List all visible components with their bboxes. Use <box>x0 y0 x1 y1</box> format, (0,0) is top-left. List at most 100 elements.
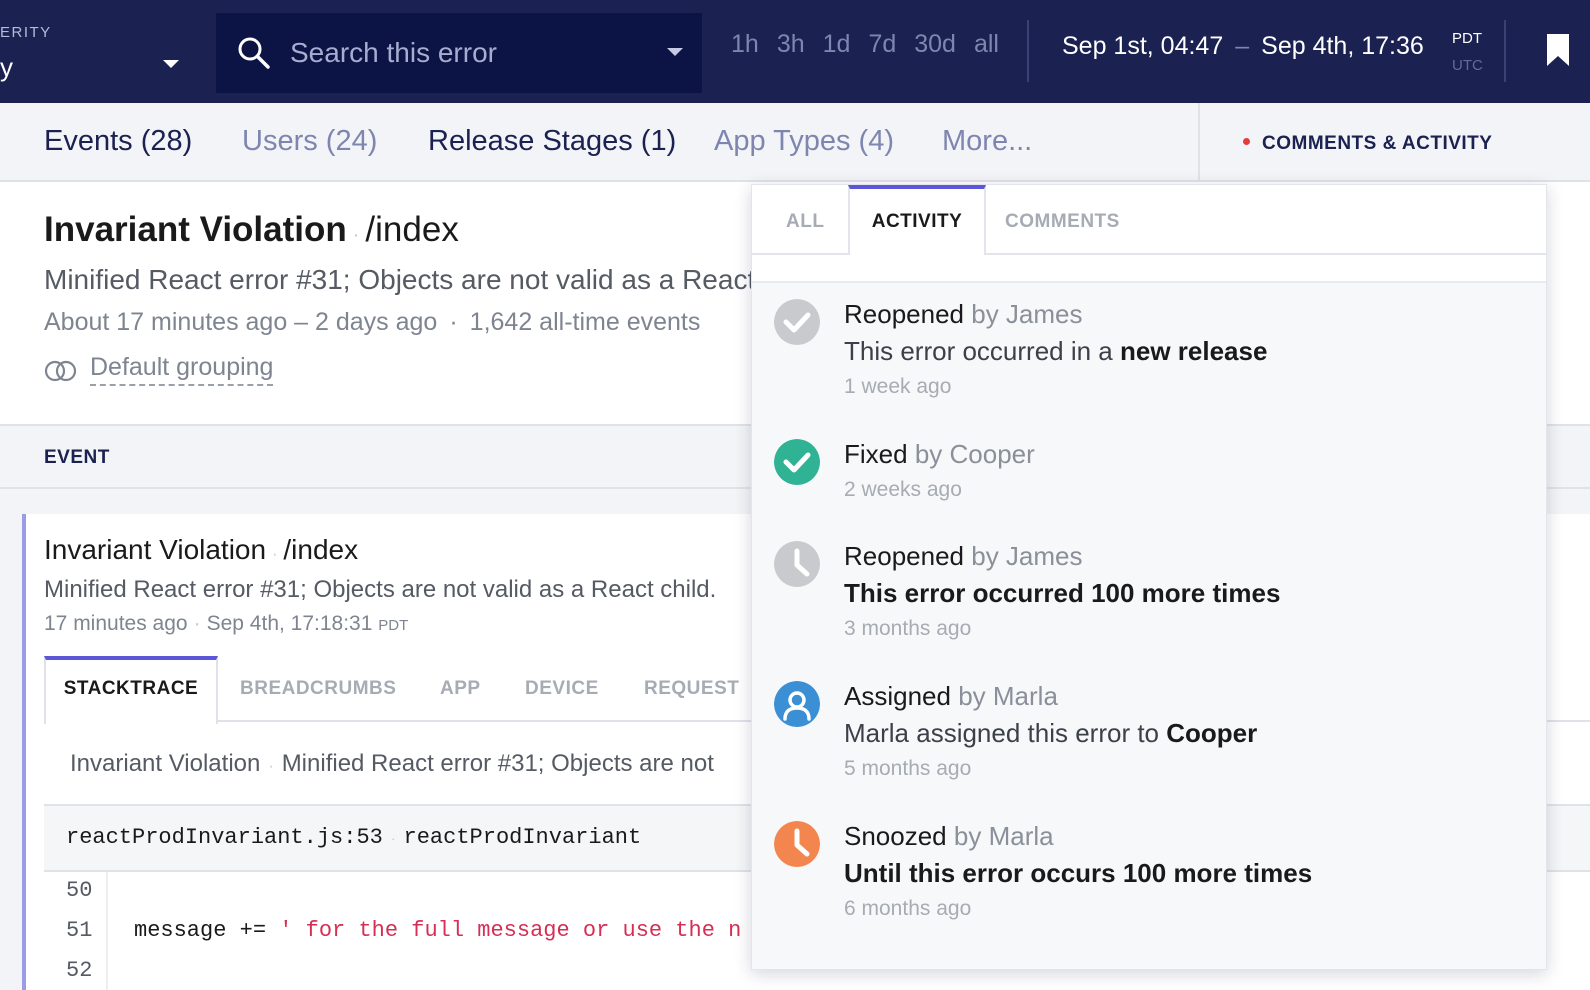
divider <box>1027 20 1029 82</box>
frame-separator: · <box>390 830 396 846</box>
tab-more[interactable]: More... <box>942 125 1032 158</box>
title-separator: · <box>272 546 278 563</box>
activity-desc-highlight: Until this error occurs 100 more times <box>844 858 1313 888</box>
stacktrace-message: Minified React error #31; Objects are no… <box>281 750 714 777</box>
time-range-3h[interactable]: 3h <box>777 30 805 70</box>
tab-comments[interactable]: COMMENTS <box>1005 185 1120 255</box>
error-class: Invariant Violation <box>44 210 347 249</box>
event-timestamp: Sep 4th, 17:18:31 <box>206 612 373 635</box>
error-meta: About 17 minutes ago – 2 days ago · 1,642 … <box>44 308 700 337</box>
line-number: 52 <box>66 958 93 983</box>
severity-filter-value[interactable]: y <box>0 52 13 83</box>
code-line: message += ' for the full message or use… <box>134 918 741 943</box>
clock-icon <box>774 821 820 867</box>
search-input[interactable] <box>290 31 650 75</box>
user-icon <box>774 681 820 727</box>
line-number: 50 <box>66 878 93 903</box>
summary-separator: · <box>268 758 274 775</box>
tab-stacktrace[interactable]: STACKTRACE <box>44 656 218 724</box>
activity-content: Assigned by Marla Marla assigned this er… <box>844 681 1257 781</box>
tab-request[interactable]: REQUEST <box>644 656 739 722</box>
time-range-30d[interactable]: 30d <box>914 30 956 70</box>
comments-activity-button[interactable]: COMMENTS & ACTIVITY <box>1243 133 1492 155</box>
tab-device[interactable]: DEVICE <box>525 656 599 722</box>
activity-tabs: ALL ACTIVITY COMMENTS <box>752 185 1546 283</box>
event-title: Invariant Violation · /index <box>44 534 358 566</box>
tab-activity[interactable]: ACTIVITY <box>848 185 986 255</box>
activity-time: 5 months ago <box>844 757 972 780</box>
tab-all[interactable]: ALL <box>786 185 824 255</box>
activity-content: Reopened by James This error occurred in… <box>844 299 1267 399</box>
activity-heading: Fixed by Cooper <box>844 439 1035 470</box>
chevron-down-icon[interactable] <box>667 48 683 56</box>
event-section-label: EVENT <box>44 447 110 468</box>
tab-app-types[interactable]: App Types (4) <box>714 125 894 158</box>
date-from: Sep 1st, 04:47 <box>1062 32 1224 60</box>
frame-file: reactProdInvariant.js:53 <box>66 825 383 850</box>
error-tabs: Events (28) Users (24) Release Stages (1… <box>0 103 1590 182</box>
error-title: Invariant Violation ·/index <box>44 210 459 250</box>
line-number: 51 <box>66 918 93 943</box>
time-range-1d[interactable]: 1d <box>823 30 851 70</box>
divider <box>1198 103 1200 182</box>
activity-actor: by James <box>971 299 1083 329</box>
event-message: Minified React error #31; Objects are no… <box>44 576 717 603</box>
activity-content: Fixed by Cooper 2 weeks ago <box>844 439 1035 502</box>
activity-desc-highlight: Cooper <box>1166 718 1258 748</box>
activity-desc-highlight: new release <box>1119 336 1268 366</box>
frame-method: reactProdInvariant <box>403 825 642 850</box>
activity-action: Snoozed <box>844 821 947 851</box>
time-range-7d[interactable]: 7d <box>868 30 896 70</box>
grouping-link[interactable]: Default grouping <box>90 353 274 386</box>
meta-separator: · <box>449 308 458 336</box>
notification-dot <box>1243 138 1250 146</box>
clock-icon <box>774 541 820 587</box>
activity-actor: by James <box>971 541 1083 571</box>
date-to: Sep 4th, 17:36 <box>1261 32 1424 60</box>
severity-filter-label: ERITY <box>0 24 52 41</box>
stacktrace-summary: Invariant Violation · Minified React error… <box>70 750 714 778</box>
tab-breadcrumbs[interactable]: BREADCRUMBS <box>240 656 396 722</box>
activity-desc-highlight: This error occurred 100 more times <box>844 578 1281 608</box>
event-relative-time: 17 minutes ago <box>44 612 188 635</box>
activity-heading: Reopened by James <box>844 541 1280 572</box>
top-bar: ERITY y 1h 3h 1d 7d 30d all Sep 1st, 04:… <box>0 0 1590 103</box>
stack-frame-location: reactProdInvariant.js:53 · reactProdInvari… <box>66 825 641 850</box>
tab-app[interactable]: APP <box>440 656 481 722</box>
error-message: Minified React error #31; Objects are no… <box>44 264 756 295</box>
search-box[interactable] <box>216 13 702 93</box>
time-range-1h[interactable]: 1h <box>731 30 759 70</box>
event-context: /index <box>283 534 359 565</box>
stacktrace-class: Invariant Violation <box>70 750 261 777</box>
activity-description: Until this error occurs 100 more times <box>844 858 1312 889</box>
tab-events[interactable]: Events (28) <box>44 125 192 158</box>
bookmark-icon[interactable] <box>1545 32 1571 68</box>
search-icon <box>238 37 270 69</box>
error-context: /index <box>365 210 459 249</box>
activity-time: 3 months ago <box>844 617 972 640</box>
activity-description: This error occurred 100 more times <box>844 578 1280 609</box>
activity-action: Fixed <box>844 439 908 469</box>
timezone-utc[interactable]: UTC <box>1452 57 1483 74</box>
timezone-pdt[interactable]: PDT <box>1452 30 1482 47</box>
event-timezone: PDT <box>378 617 409 634</box>
activity-content: Snoozed by Marla Until this error occurs… <box>844 821 1312 921</box>
date-range-picker[interactable]: Sep 1st, 04:47– Sep 4th, 17:36 <box>1062 32 1424 61</box>
grouping-icon <box>44 360 77 382</box>
event-class: Invariant Violation <box>44 534 267 565</box>
time-range-all[interactable]: all <box>974 30 999 70</box>
error-time-span: About 17 minutes ago – 2 days ago <box>44 308 438 336</box>
activity-content: Reopened by James This error occurred 10… <box>844 541 1280 641</box>
activity-action: Assigned <box>844 681 951 711</box>
tab-users[interactable]: Users (24) <box>242 125 377 158</box>
error-event-count: 1,642 all-time events <box>469 308 701 336</box>
chevron-down-icon[interactable] <box>163 60 179 68</box>
activity-action: Reopened <box>844 299 964 329</box>
code-string: ' for the full message or use the n <box>279 918 742 943</box>
activity-action: Reopened <box>844 541 964 571</box>
event-meta: 17 minutes ago · Sep 4th, 17:18:31 PDT <box>44 612 408 636</box>
title-separator: · <box>352 224 360 246</box>
meta-separator: · <box>193 612 201 635</box>
activity-time: 6 months ago <box>844 897 972 920</box>
tab-release-stages[interactable]: Release Stages (1) <box>428 125 676 158</box>
